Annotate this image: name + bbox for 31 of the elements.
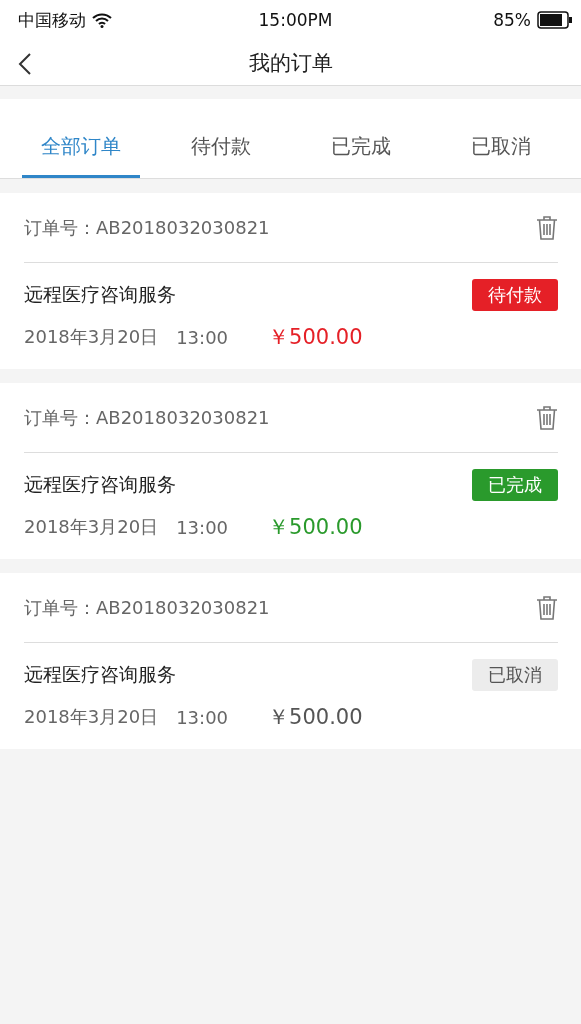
order-date: 2018年3月20日 [24, 515, 159, 539]
order-number: 订单号：AB2018032030821 [24, 405, 270, 430]
order-time: 13:00 [176, 706, 229, 728]
trash-icon[interactable] [536, 214, 558, 241]
status-badge: 已取消 [472, 659, 558, 691]
order-time: 13:00 [176, 326, 229, 348]
order-price: ￥500.00 [268, 704, 363, 731]
battery-icon [537, 11, 573, 29]
order-time: 13:00 [176, 516, 229, 538]
order-date: 2018年3月20日 [24, 325, 159, 349]
wifi-icon [92, 12, 112, 28]
service-name: 远程医疗咨询服务 [24, 662, 176, 687]
order-number: 订单号：AB2018032030821 [24, 595, 270, 620]
order-tab[interactable]: 全部订单 [22, 130, 140, 178]
clock-time: 15:00PM [258, 10, 333, 30]
order-tab[interactable]: 待付款 [162, 130, 280, 178]
service-name: 远程医疗咨询服务 [24, 282, 176, 307]
trash-icon[interactable] [536, 594, 558, 621]
order-tab[interactable]: 已取消 [442, 130, 560, 178]
order-tab[interactable]: 已完成 [302, 130, 420, 178]
page-title: 我的订单 [248, 49, 333, 77]
order-number: 订单号：AB2018032030821 [24, 215, 270, 240]
battery-percent: 85% [493, 10, 531, 30]
status-badge: 已完成 [472, 469, 558, 501]
status-badge: 待付款 [472, 279, 558, 311]
trash-icon[interactable] [536, 404, 558, 431]
order-date: 2018年3月20日 [24, 705, 159, 729]
service-name: 远程医疗咨询服务 [24, 472, 176, 497]
order-price: ￥500.00 [268, 324, 363, 351]
carrier-name: 中国移动 [18, 8, 86, 32]
order-price: ￥500.00 [268, 514, 363, 541]
